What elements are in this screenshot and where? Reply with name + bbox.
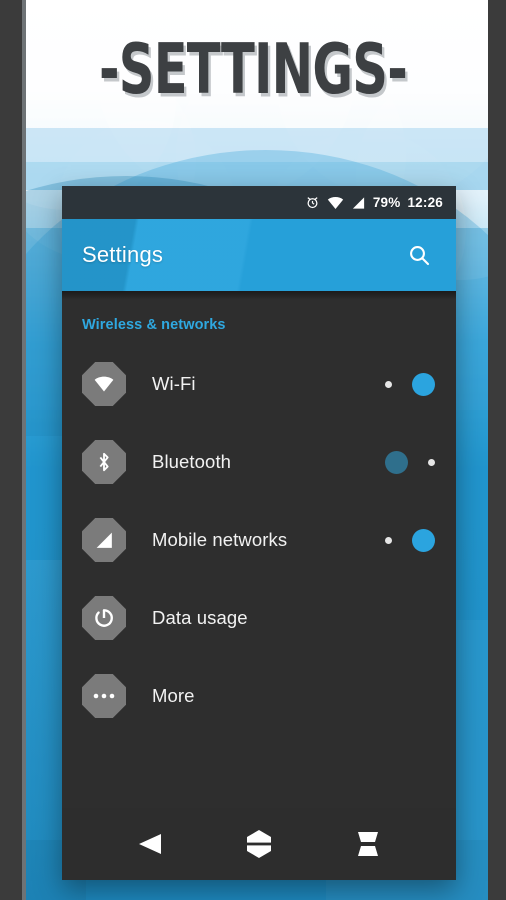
battery-percent: 79% — [372, 195, 401, 210]
screenshot-root: -SETTINGS- 79% 12:26 Settings Wireless &… — [0, 0, 506, 900]
status-clock: 12:26 — [407, 195, 443, 210]
banner-title: -SETTINGS- — [98, 28, 408, 110]
action-bar-shadow — [62, 291, 456, 300]
toggle-knob — [412, 372, 435, 396]
bluetooth-toggle[interactable] — [382, 449, 438, 475]
settings-row-more[interactable]: More — [62, 657, 456, 735]
settings-row-label: Bluetooth — [152, 451, 232, 472]
more-dots-icon — [82, 674, 126, 718]
settings-row-mobile-networks[interactable]: Mobile networks — [62, 501, 456, 579]
alarm-clock-icon — [305, 195, 320, 210]
search-icon[interactable] — [402, 238, 436, 272]
frame-edge-left — [0, 0, 26, 900]
toggle-dot — [428, 458, 435, 466]
settings-row-label: Wi-Fi — [152, 373, 196, 394]
section-header-wireless: Wireless & networks — [82, 317, 226, 333]
phone-mockup: 79% 12:26 Settings Wireless & networks W… — [62, 186, 456, 880]
wifi-icon — [82, 362, 126, 406]
toggle-dot — [385, 536, 392, 544]
settings-list: Wireless & networks Wi-Fi Bluetooth Mobi… — [62, 300, 456, 735]
toggle-knob — [385, 450, 408, 474]
status-bar: 79% 12:26 — [62, 186, 456, 219]
bluetooth-icon — [82, 440, 126, 484]
settings-row-label: Data usage — [152, 607, 248, 628]
home-hexagon-icon[interactable] — [231, 822, 287, 866]
recents-hourglass-icon[interactable] — [340, 822, 396, 866]
wifi-icon — [327, 196, 344, 210]
settings-row-wifi[interactable]: Wi-Fi — [62, 345, 456, 423]
settings-row-bluetooth[interactable]: Bluetooth — [62, 423, 456, 501]
settings-row-data-usage[interactable]: Data usage — [62, 579, 456, 657]
settings-row-label: More — [152, 685, 195, 706]
data-usage-icon — [82, 596, 126, 640]
phone-screen: 79% 12:26 Settings Wireless & networks W… — [62, 186, 456, 880]
frame-edge-right — [488, 0, 506, 900]
cellular-signal-icon — [351, 196, 366, 210]
page-title: Settings — [82, 242, 164, 267]
toggle-dot — [385, 380, 392, 388]
back-triangle-icon[interactable] — [122, 822, 178, 866]
toggle-knob — [412, 528, 435, 552]
wifi-toggle[interactable] — [382, 371, 438, 397]
mobile-networks-toggle[interactable] — [382, 527, 438, 553]
signal-icon — [82, 518, 126, 562]
action-bar: Settings — [62, 219, 456, 291]
navigation-bar — [62, 808, 456, 880]
settings-row-label: Mobile networks — [152, 529, 288, 550]
